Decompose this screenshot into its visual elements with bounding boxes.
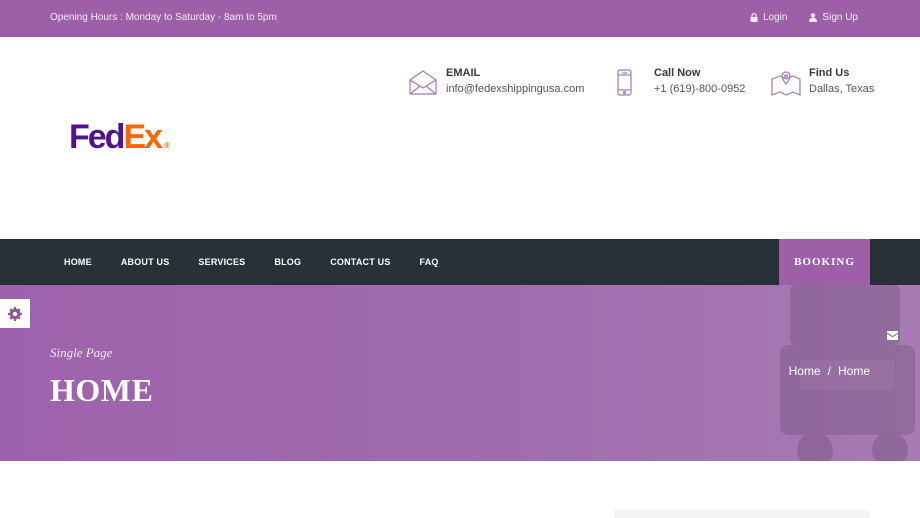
page-title: HOME [50,372,154,408]
nav-about-us[interactable]: ABOUT US [121,257,170,267]
mail-toggle[interactable] [887,327,903,340]
gear-icon [8,306,22,321]
find-title: Find Us [809,67,850,79]
find-value: Dallas, Texas [809,83,875,95]
opening-hours: Opening Hours : Monday to Saturday - 8am… [50,12,277,23]
nav-faq[interactable]: FAQ [420,257,439,267]
breadcrumb: Home / Home [789,364,870,378]
call-title: Call Now [654,67,701,79]
settings-toggle[interactable] [0,299,30,328]
contact-call: Call Now +1 (619)-800-0952 [616,67,745,97]
breadcrumb-home-link[interactable]: Home [789,364,821,378]
email-value[interactable]: info@fedexshippingusa.com [446,83,584,95]
breadcrumb-separator: / [827,364,831,378]
call-value[interactable]: +1 (619)-800-0952 [654,83,745,95]
nav-blog[interactable]: BLOG [274,257,301,267]
mail-icon [887,331,898,340]
login-label: Login [762,12,788,23]
breadcrumb-current: Home [837,364,870,378]
page-subtitle: Single Page [50,345,113,360]
booking-button[interactable]: BOOKING [779,239,870,285]
contact-find: Find Us Dallas, Texas [771,67,874,97]
top-bar: Opening Hours : Monday to Saturday - 8am… [0,0,920,37]
logo-registered: ® [164,141,170,150]
auth-links: Login Sign Up [750,12,858,23]
contact-email: EMAIL info@fedexshippingusa.com [408,67,584,97]
signup-label: Sign Up [822,12,858,23]
logo-ex: Ex [123,118,163,156]
lock-icon [750,13,758,22]
page-banner: Single Page HOME Home / Home [0,285,920,461]
main-nav: HOME ABOUT US SERVICES BLOG CONTACT US F… [0,239,920,285]
phone-icon [617,69,632,96]
map-icon [771,71,801,96]
signup-link[interactable]: Sign Up [809,12,858,23]
login-link[interactable]: Login [750,12,787,23]
nav-services[interactable]: SERVICES [198,257,245,267]
fedex-logo[interactable]: FedEx ® [69,120,170,154]
sidebar-widget [614,510,870,518]
email-title: EMAIL [446,67,481,79]
user-icon [809,13,818,22]
nav-contact-us[interactable]: CONTACT US [330,257,390,267]
site-header: FedEx ® EMAIL info@fedexshippingusa.com C… [0,37,920,239]
logo-fed: Fed [69,118,125,156]
envelope-icon [409,70,437,95]
nav-home[interactable]: HOME [64,257,92,267]
